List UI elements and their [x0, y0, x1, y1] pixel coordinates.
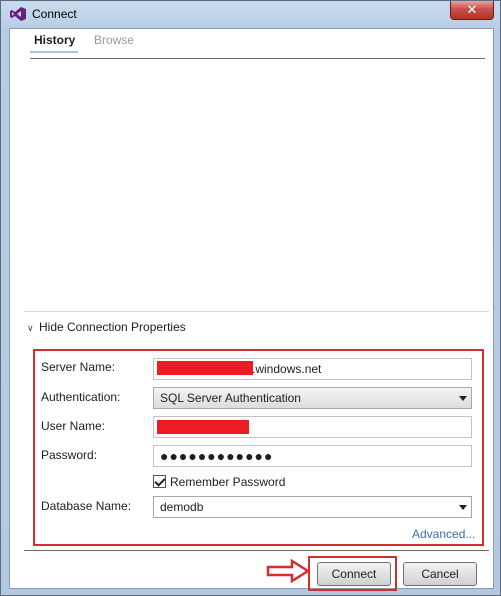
advanced-link[interactable]: Advanced...: [412, 527, 475, 541]
connect-button[interactable]: Connect: [317, 562, 391, 586]
window-title: Connect: [32, 7, 77, 21]
server-name-label: Server Name:: [41, 360, 116, 374]
tab-history[interactable]: History: [34, 33, 75, 47]
authentication-select[interactable]: SQL Server Authentication: [153, 387, 472, 409]
server-name-input[interactable]: .windows.net: [153, 358, 472, 380]
cancel-button[interactable]: Cancel: [403, 562, 477, 586]
checkbox-checked-icon[interactable]: [153, 475, 166, 488]
hide-connection-properties-toggle[interactable]: ∨ Hide Connection Properties: [27, 320, 186, 334]
redaction-bar: [157, 361, 253, 375]
dropdown-arrow-icon: [459, 505, 467, 510]
remember-password-checkbox[interactable]: Remember Password: [153, 475, 285, 489]
redaction-bar: [157, 420, 249, 434]
database-name-label: Database Name:: [41, 499, 132, 513]
close-icon: ✕: [466, 2, 478, 17]
user-name-input[interactable]: [153, 416, 472, 438]
dropdown-arrow-icon: [459, 396, 467, 401]
remember-password-label: Remember Password: [170, 475, 286, 489]
password-input[interactable]: ●●●●●●●●●●●●: [153, 445, 472, 467]
password-label: Password:: [41, 448, 98, 462]
dialog-client-area: History Browse ∨ Hide Connection Properti…: [9, 28, 494, 591]
database-name-value: demodb: [160, 500, 204, 514]
connect-dialog: Connect ✕ History Browse ∨ Hide Connectio…: [0, 0, 501, 596]
history-list[interactable]: [30, 60, 485, 310]
pointer-arrow-icon: [266, 559, 310, 583]
database-name-select[interactable]: demodb: [153, 496, 472, 518]
chevron-down-icon: ∨: [27, 323, 34, 333]
footer-divider: [24, 550, 489, 551]
password-value: ●●●●●●●●●●●●: [160, 448, 274, 464]
title-bar[interactable]: Connect ✕: [1, 1, 500, 27]
authentication-label: Authentication:: [41, 390, 121, 404]
toggle-label: Hide Connection Properties: [39, 320, 186, 334]
properties-divider: [24, 311, 489, 312]
visual-studio-icon: [10, 7, 26, 21]
tab-divider: [30, 58, 485, 59]
close-button[interactable]: ✕: [450, 1, 494, 20]
tab-browse[interactable]: Browse: [94, 33, 134, 47]
active-tab-indicator: [30, 51, 78, 53]
authentication-value: SQL Server Authentication: [160, 391, 301, 405]
user-name-label: User Name:: [41, 419, 106, 433]
